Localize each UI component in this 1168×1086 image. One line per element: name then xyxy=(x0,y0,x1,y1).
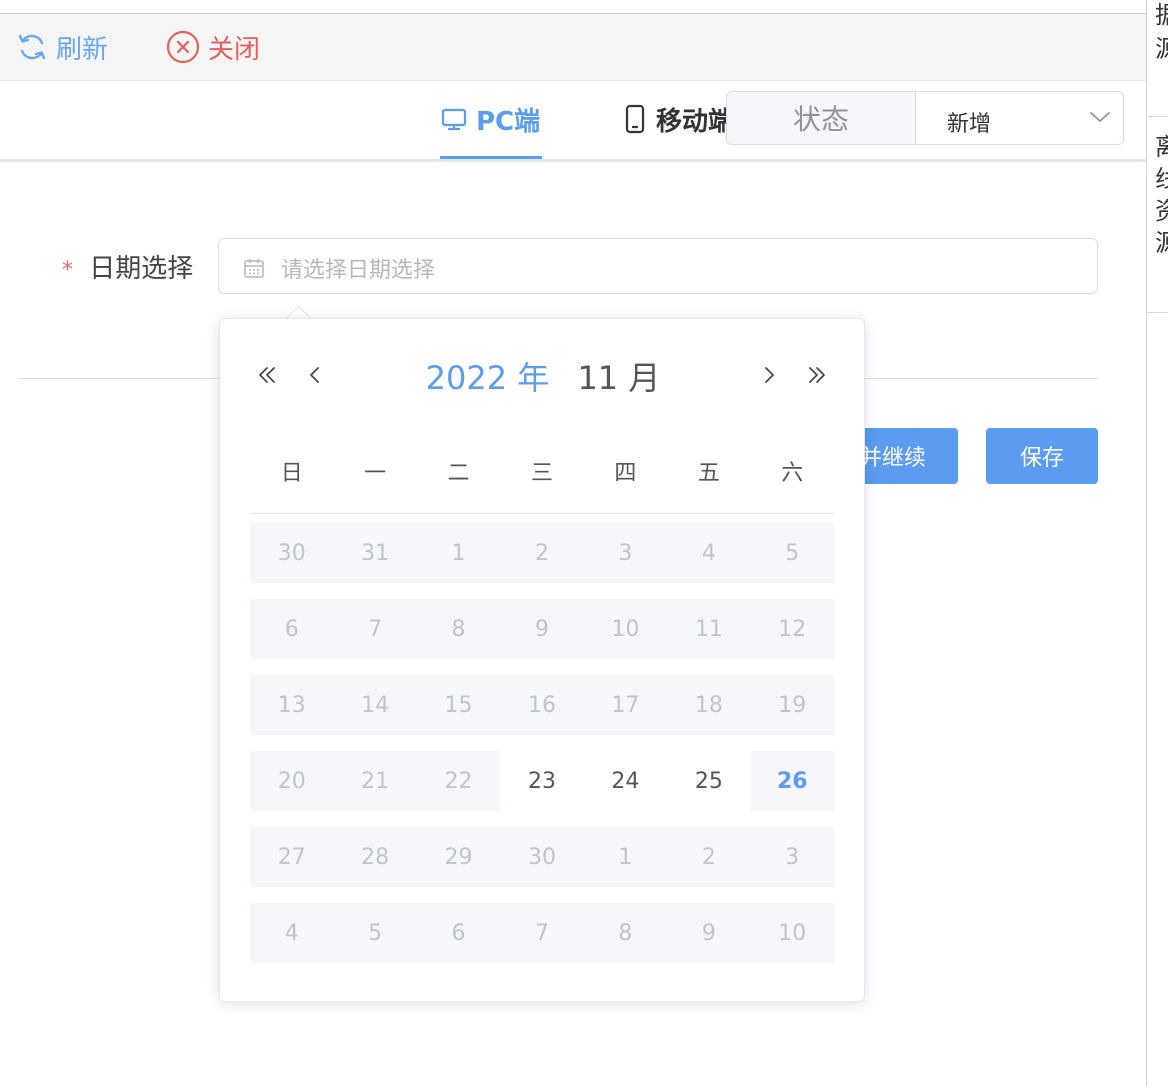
tab-pc[interactable]: PC端 xyxy=(440,99,540,139)
refresh-label: 刷新 xyxy=(56,34,109,65)
toolbar: 刷新 关闭 xyxy=(0,14,1146,81)
calendar-icon xyxy=(244,259,264,278)
save-and-continue-label: 并继续 xyxy=(859,446,926,471)
calendar-day: 4 xyxy=(667,523,751,583)
status-label: 状态 xyxy=(727,92,916,144)
date-label-text: 日期选择 xyxy=(89,254,194,284)
refresh-button[interactable]: 刷新 xyxy=(16,30,109,65)
weekday-divider xyxy=(250,513,834,514)
calendar-day: 18 xyxy=(667,675,751,735)
weekday-label: 六 xyxy=(781,461,804,486)
required-mark: * xyxy=(62,258,73,283)
calendar-day: 16 xyxy=(500,675,584,735)
calendar-day: 20 xyxy=(250,751,334,811)
calendar-day: 7 xyxy=(333,599,417,659)
save-button[interactable]: 保存 xyxy=(986,428,1098,484)
calendar-day[interactable]: 24 xyxy=(583,751,668,811)
right-pane-char: 离 xyxy=(1155,133,1168,161)
chevron-down-icon xyxy=(1090,112,1110,122)
calendar-day: 27 xyxy=(250,827,334,887)
right-pane-divider xyxy=(1147,116,1168,117)
calendar-day[interactable]: 23 xyxy=(500,751,584,811)
calendar-day: 31 xyxy=(333,523,417,583)
date-input[interactable]: 请选择日期选择 xyxy=(218,238,1098,294)
active-tab-indicator xyxy=(440,156,542,159)
date-input-placeholder: 请选择日期选择 xyxy=(281,258,436,283)
right-pane-char: 据 xyxy=(1155,1,1168,29)
weekday-label: 三 xyxy=(530,461,553,486)
calendar-day: 28 xyxy=(333,827,417,887)
calendar-day: 3 xyxy=(750,827,834,887)
calendar-day: 8 xyxy=(583,903,668,963)
calendar-day: 30 xyxy=(250,523,334,583)
calendar-day: 30 xyxy=(500,827,584,887)
weekday-label: 一 xyxy=(364,461,387,486)
calendar-day: 1 xyxy=(416,523,501,583)
right-pane-char: 资 xyxy=(1155,197,1168,225)
calendar-day: 2 xyxy=(500,523,584,583)
right-side-panel: 据 源 离 线 资 源 xyxy=(1146,0,1168,1086)
weekday-label: 四 xyxy=(614,461,637,486)
right-pane-char: 源 xyxy=(1155,229,1168,257)
calendar-day: 5 xyxy=(333,903,417,963)
tab-mobile-label: 移动端 xyxy=(656,106,730,137)
status-select[interactable]: 状态 新增 xyxy=(726,91,1124,145)
weekday-label: 二 xyxy=(447,461,470,486)
calendar-day: 15 xyxy=(416,675,501,735)
monitor-icon xyxy=(441,108,467,131)
date-picker-popup: 2022 年 11 月 日 一 二 三 四 五 六 30 31 1 2 3 4 5 6 7 8 9 1… xyxy=(219,318,865,1002)
tab-pc-label: PC端 xyxy=(476,106,541,137)
save-label: 保存 xyxy=(1019,446,1064,471)
calendar-day: 9 xyxy=(500,599,584,659)
calendar-day: 12 xyxy=(750,599,834,659)
calendar-day: 2 xyxy=(667,827,751,887)
calendar-day: 11 xyxy=(667,599,751,659)
right-pane-divider xyxy=(1147,312,1168,313)
calendar-day[interactable]: 25 xyxy=(667,751,751,811)
calendar-day: 5 xyxy=(750,523,834,583)
next-year-button[interactable] xyxy=(802,357,832,393)
right-icon xyxy=(765,367,774,383)
double-right-icon xyxy=(809,367,825,383)
status-value: 新增 xyxy=(947,112,992,137)
calendar-day: 4 xyxy=(250,903,334,963)
calendar-day: 19 xyxy=(750,675,834,735)
calendar-day: 6 xyxy=(250,599,334,659)
calendar-day: 10 xyxy=(583,599,668,659)
close-label: 关闭 xyxy=(208,34,261,65)
calendar-day: 14 xyxy=(333,675,417,735)
date-field-label: * 日期选择 xyxy=(62,248,193,285)
calendar-day: 9 xyxy=(667,903,751,963)
close-button[interactable]: 关闭 xyxy=(166,30,261,65)
calendar-day: 8 xyxy=(416,599,501,659)
calendar-day: 1 xyxy=(583,827,668,887)
right-pane-char: 源 xyxy=(1155,35,1168,63)
right-pane-char: 线 xyxy=(1155,165,1168,193)
calendar-day: 6 xyxy=(416,903,501,963)
picker-month[interactable]: 11 月 xyxy=(577,359,660,397)
calendar-day: 7 xyxy=(500,903,584,963)
calendar-day: 17 xyxy=(583,675,668,735)
calendar-day: 13 xyxy=(250,675,334,735)
close-circle-icon xyxy=(166,30,200,64)
calendar-day: 29 xyxy=(416,827,501,887)
calendar-day: 10 xyxy=(750,903,834,963)
weekday-label: 日 xyxy=(280,461,303,486)
calendar-day: 3 xyxy=(583,523,668,583)
calendar-day-today[interactable]: 26 xyxy=(750,751,834,811)
refresh-icon xyxy=(18,34,46,60)
weekday-header: 日 一 二 三 四 五 六 xyxy=(250,455,834,487)
mobile-icon xyxy=(625,104,645,134)
weekday-label: 五 xyxy=(697,461,720,486)
next-month-button[interactable] xyxy=(754,357,784,393)
calendar-day: 21 xyxy=(333,751,417,811)
calendar-day: 22 xyxy=(416,751,501,811)
tab-mobile[interactable]: 移动端 xyxy=(622,99,730,139)
picker-year[interactable]: 2022 年 xyxy=(426,359,550,397)
